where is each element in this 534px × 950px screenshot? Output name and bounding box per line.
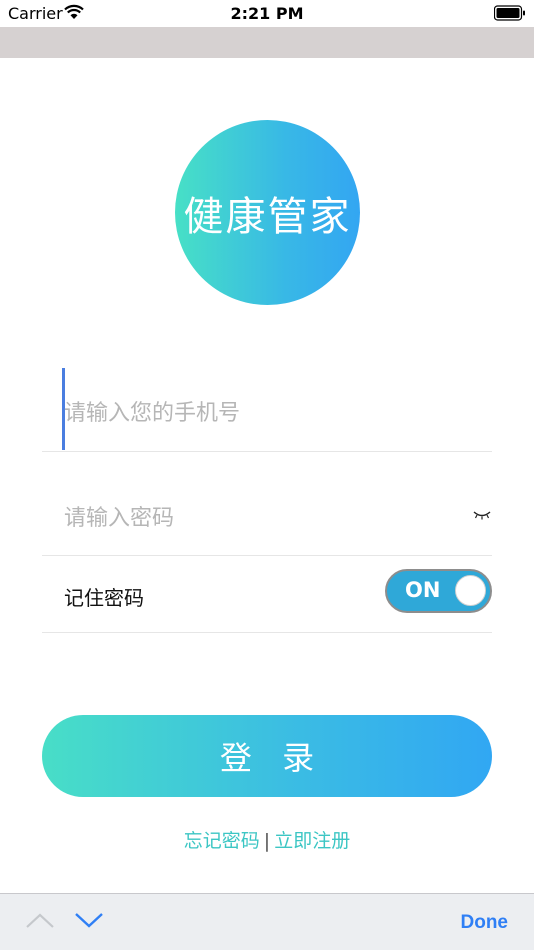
battery-icon — [493, 5, 526, 25]
login-label: 登 录 — [219, 739, 325, 777]
remember-password-toggle[interactable]: ON — [385, 569, 492, 613]
chevron-down-icon[interactable] — [74, 911, 104, 933]
navigation-bar — [0, 27, 534, 58]
register-link[interactable]: 立即注册 — [274, 830, 350, 852]
keyboard-toolbar: Done — [0, 893, 534, 950]
done-button[interactable]: Done — [461, 912, 509, 934]
login-button[interactable]: 登 录 — [42, 715, 492, 797]
status-bar: Carrier 2:21 PM — [0, 0, 534, 27]
link-separator: | — [263, 830, 271, 852]
toggle-knob — [455, 575, 486, 606]
logo-text: 健康管家 — [183, 193, 352, 240]
account-links: 忘记密码 | 立即注册 — [0, 826, 534, 853]
eye-closed-icon[interactable] — [472, 506, 492, 525]
clock: 2:21 PM — [230, 4, 304, 23]
phone-placeholder: 请输入您的手机号 — [64, 401, 241, 426]
app-logo: 健康管家 — [175, 120, 360, 305]
login-screen: Carrier 2:21 PM 健康管家 请输入您的手机号 请输入密码 记住密码… — [0, 0, 534, 950]
remember-password-row: 记住密码 ON — [42, 556, 492, 633]
chevron-up-icon[interactable] — [25, 911, 55, 933]
password-placeholder: 请输入密码 — [64, 506, 175, 531]
toggle-state-label: ON — [405, 578, 441, 602]
remember-password-label: 记住密码 — [64, 586, 144, 610]
phone-field[interactable]: 请输入您的手机号 — [42, 368, 492, 452]
forgot-password-link[interactable]: 忘记密码 — [184, 830, 260, 852]
password-field[interactable]: 请输入密码 — [42, 472, 492, 556]
